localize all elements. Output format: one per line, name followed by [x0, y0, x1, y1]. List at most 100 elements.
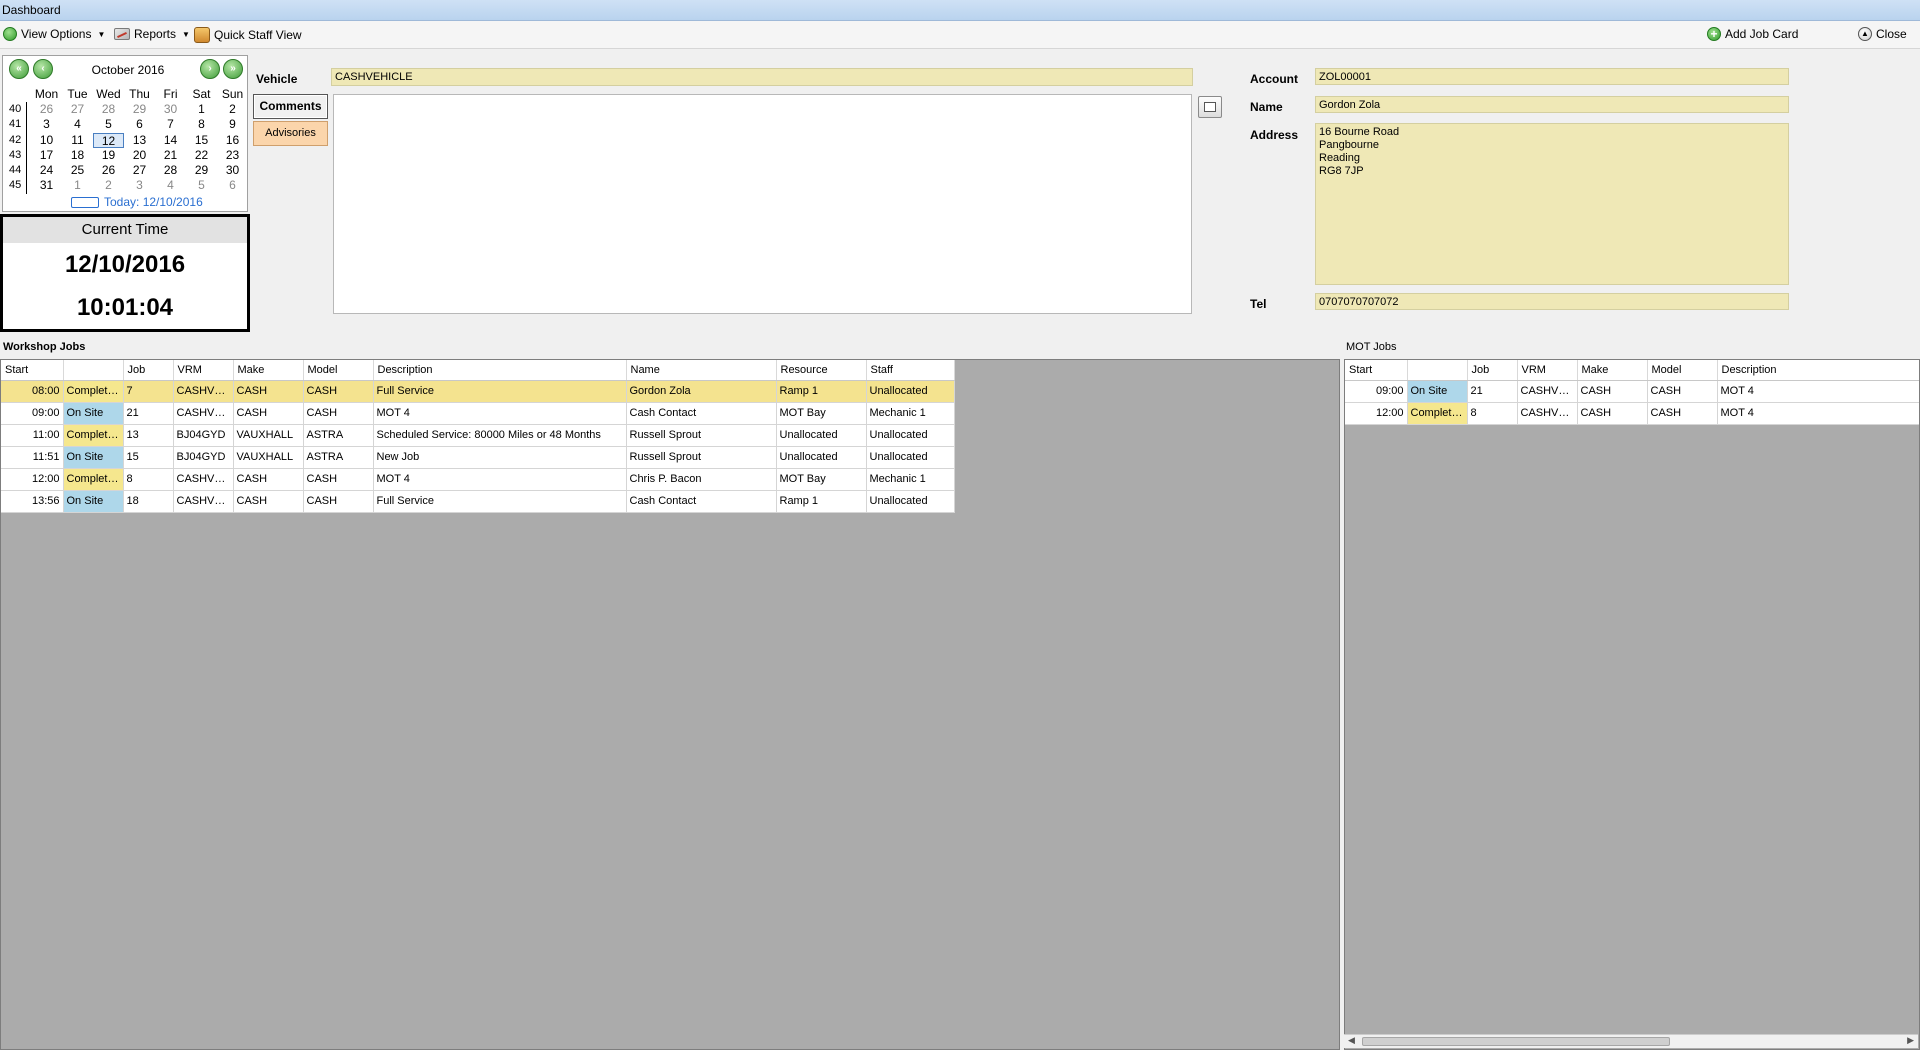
- table-row[interactable]: 12:00 Completed 8 CASHVE... CASH CASH MOT 4 Chr…: [1, 468, 955, 491]
- table-row[interactable]: 13:56 On Site 18 CASHVE... CASH CASH Full Serv…: [1, 490, 955, 513]
- calendar-day[interactable]: 5: [186, 178, 217, 193]
- calendar-month-label[interactable]: October 2016: [63, 63, 193, 77]
- calendar-day[interactable]: 28: [155, 163, 186, 178]
- column-header[interactable]: Make: [233, 360, 304, 381]
- calendar-day[interactable]: 3: [124, 178, 155, 193]
- mot-horizontal-scrollbar[interactable]: ◀ ▶: [1344, 1034, 1918, 1048]
- scrollbar-thumb[interactable]: [1362, 1037, 1670, 1046]
- notepad-icon[interactable]: [1198, 96, 1222, 118]
- view-options-menu[interactable]: View Options ▼: [3, 27, 105, 41]
- calendar-day[interactable]: 4: [155, 178, 186, 193]
- workshop-jobs-grid[interactable]: Start Job VRM Make Model Description Nam…: [0, 359, 1340, 1050]
- calendar-day[interactable]: 26: [93, 163, 124, 178]
- comments-textarea[interactable]: [333, 94, 1192, 314]
- column-header[interactable]: VRM: [173, 360, 234, 381]
- calendar-day[interactable]: 14: [155, 133, 186, 148]
- table-row[interactable]: 08:00 Completed 7 CASHVE... CASH CASH Full Ser…: [1, 380, 955, 403]
- column-header[interactable]: Resource: [776, 360, 867, 381]
- close-button[interactable]: ▲ Close: [1858, 27, 1907, 41]
- column-header[interactable]: Make: [1577, 360, 1648, 381]
- column-header[interactable]: VRM: [1517, 360, 1578, 381]
- calendar-day[interactable]: 13: [124, 133, 155, 148]
- calendar-day[interactable]: 17: [31, 148, 62, 163]
- table-row[interactable]: 11:51 On Site 15 BJ04GYD VAUXHALL ASTRA New Jo…: [1, 446, 955, 469]
- column-header[interactable]: Start: [1345, 360, 1408, 381]
- calendar-day[interactable]: 25: [62, 163, 93, 178]
- calendar-day[interactable]: 26: [31, 102, 62, 117]
- table-header-row: Start Job VRM Make Model Description: [1345, 360, 1919, 381]
- calendar-day[interactable]: 28: [93, 102, 124, 117]
- calendar-day[interactable]: 7: [155, 117, 186, 132]
- calendar-day[interactable]: 19: [93, 148, 124, 163]
- calendar-day[interactable]: 31: [31, 178, 62, 193]
- calendar-day[interactable]: 18: [62, 148, 93, 163]
- calendar-day[interactable]: 15: [186, 133, 217, 148]
- calendar-day[interactable]: 22: [186, 148, 217, 163]
- week-number: 41: [9, 118, 22, 131]
- column-header[interactable]: Description: [373, 360, 627, 381]
- calendar-day[interactable]: 10: [31, 133, 62, 148]
- column-header[interactable]: Name: [626, 360, 777, 381]
- table-row[interactable]: 11:00 Completed 13 BJ04GYD VAUXHALL ASTRA Sche…: [1, 424, 955, 447]
- tab-advisories[interactable]: Advisories: [253, 121, 328, 146]
- double-left-arrow-icon[interactable]: «: [9, 59, 29, 79]
- quick-staff-view-button[interactable]: Quick Staff View: [194, 27, 302, 43]
- tab-comments[interactable]: Comments: [253, 94, 328, 119]
- calendar-day[interactable]: 2: [217, 102, 248, 117]
- table-row[interactable]: 09:00 On Site 21 CASHVE... CASH CASH MOT 4 Cash…: [1, 402, 955, 425]
- calendar-day[interactable]: 30: [217, 163, 248, 178]
- cell-make: CASH: [1577, 402, 1648, 425]
- double-right-arrow-icon[interactable]: »: [223, 59, 243, 79]
- calendar-day[interactable]: 2: [93, 178, 124, 193]
- calendar-day[interactable]: 5: [93, 117, 124, 132]
- calendar-day[interactable]: 8: [186, 117, 217, 132]
- calendar-day[interactable]: 27: [124, 163, 155, 178]
- calendar-day[interactable]: 12: [93, 132, 124, 148]
- table-row[interactable]: 12:00 Completed 8 CASHVE... CASH CASH MOT 4: [1345, 402, 1919, 425]
- account-field[interactable]: ZOL00001: [1315, 68, 1789, 85]
- reports-menu[interactable]: Reports ▼: [114, 27, 190, 41]
- calendar-day[interactable]: 27: [62, 102, 93, 117]
- calendar-today-link[interactable]: Today: 12/10/2016: [71, 195, 203, 209]
- calendar-day[interactable]: 4: [62, 117, 93, 132]
- scroll-left-icon[interactable]: ◀: [1348, 1035, 1355, 1046]
- tel-field[interactable]: 0707070707072: [1315, 293, 1789, 310]
- calendar-day[interactable]: 6: [124, 117, 155, 132]
- calendar-day[interactable]: 29: [186, 163, 217, 178]
- tel-label: Tel: [1250, 297, 1267, 311]
- calendar-day[interactable]: 1: [186, 102, 217, 117]
- calendar-day[interactable]: 29: [124, 102, 155, 117]
- vehicle-field[interactable]: CASHVEHICLE: [331, 68, 1193, 86]
- column-header[interactable]: Model: [303, 360, 374, 381]
- calendar-day[interactable]: 1: [62, 178, 93, 193]
- calendar-day[interactable]: 30: [155, 102, 186, 117]
- name-field[interactable]: Gordon Zola: [1315, 96, 1789, 113]
- column-header[interactable]: Staff: [866, 360, 955, 381]
- column-header[interactable]: Start: [1, 360, 64, 381]
- left-arrow-icon[interactable]: ‹: [33, 59, 53, 79]
- calendar-day[interactable]: 20: [124, 148, 155, 163]
- scroll-right-icon[interactable]: ▶: [1907, 1035, 1914, 1046]
- month-calendar[interactable]: « ‹ October 2016 › » Mon Tue Wed Thu Fri…: [2, 55, 248, 212]
- calendar-day[interactable]: 16: [217, 133, 248, 148]
- column-header[interactable]: Description: [1717, 360, 1919, 381]
- address-field[interactable]: 16 Bourne Road Pangbourne Reading RG8 7J…: [1315, 123, 1789, 285]
- calendar-day[interactable]: 23: [217, 148, 248, 163]
- calendar-day[interactable]: 24: [31, 163, 62, 178]
- calendar-day[interactable]: 11: [62, 133, 93, 148]
- window-title: Dashboard: [2, 3, 61, 17]
- calendar-day[interactable]: 9: [217, 117, 248, 132]
- column-header[interactable]: [63, 360, 124, 381]
- add-job-card-button[interactable]: + Add Job Card: [1707, 27, 1798, 41]
- cell-description: Full Service: [373, 490, 627, 513]
- table-row[interactable]: 09:00 On Site 21 CASHVE... CASH CASH MOT 4: [1345, 380, 1919, 403]
- column-header[interactable]: Model: [1647, 360, 1718, 381]
- mot-jobs-grid[interactable]: Start Job VRM Make Model Description 09:…: [1344, 359, 1920, 1050]
- column-header[interactable]: Job: [123, 360, 174, 381]
- calendar-day[interactable]: 6: [217, 178, 248, 193]
- calendar-day[interactable]: 3: [31, 117, 62, 132]
- calendar-day[interactable]: 21: [155, 148, 186, 163]
- column-header[interactable]: Job: [1467, 360, 1518, 381]
- right-arrow-icon[interactable]: ›: [200, 59, 220, 79]
- column-header[interactable]: [1407, 360, 1468, 381]
